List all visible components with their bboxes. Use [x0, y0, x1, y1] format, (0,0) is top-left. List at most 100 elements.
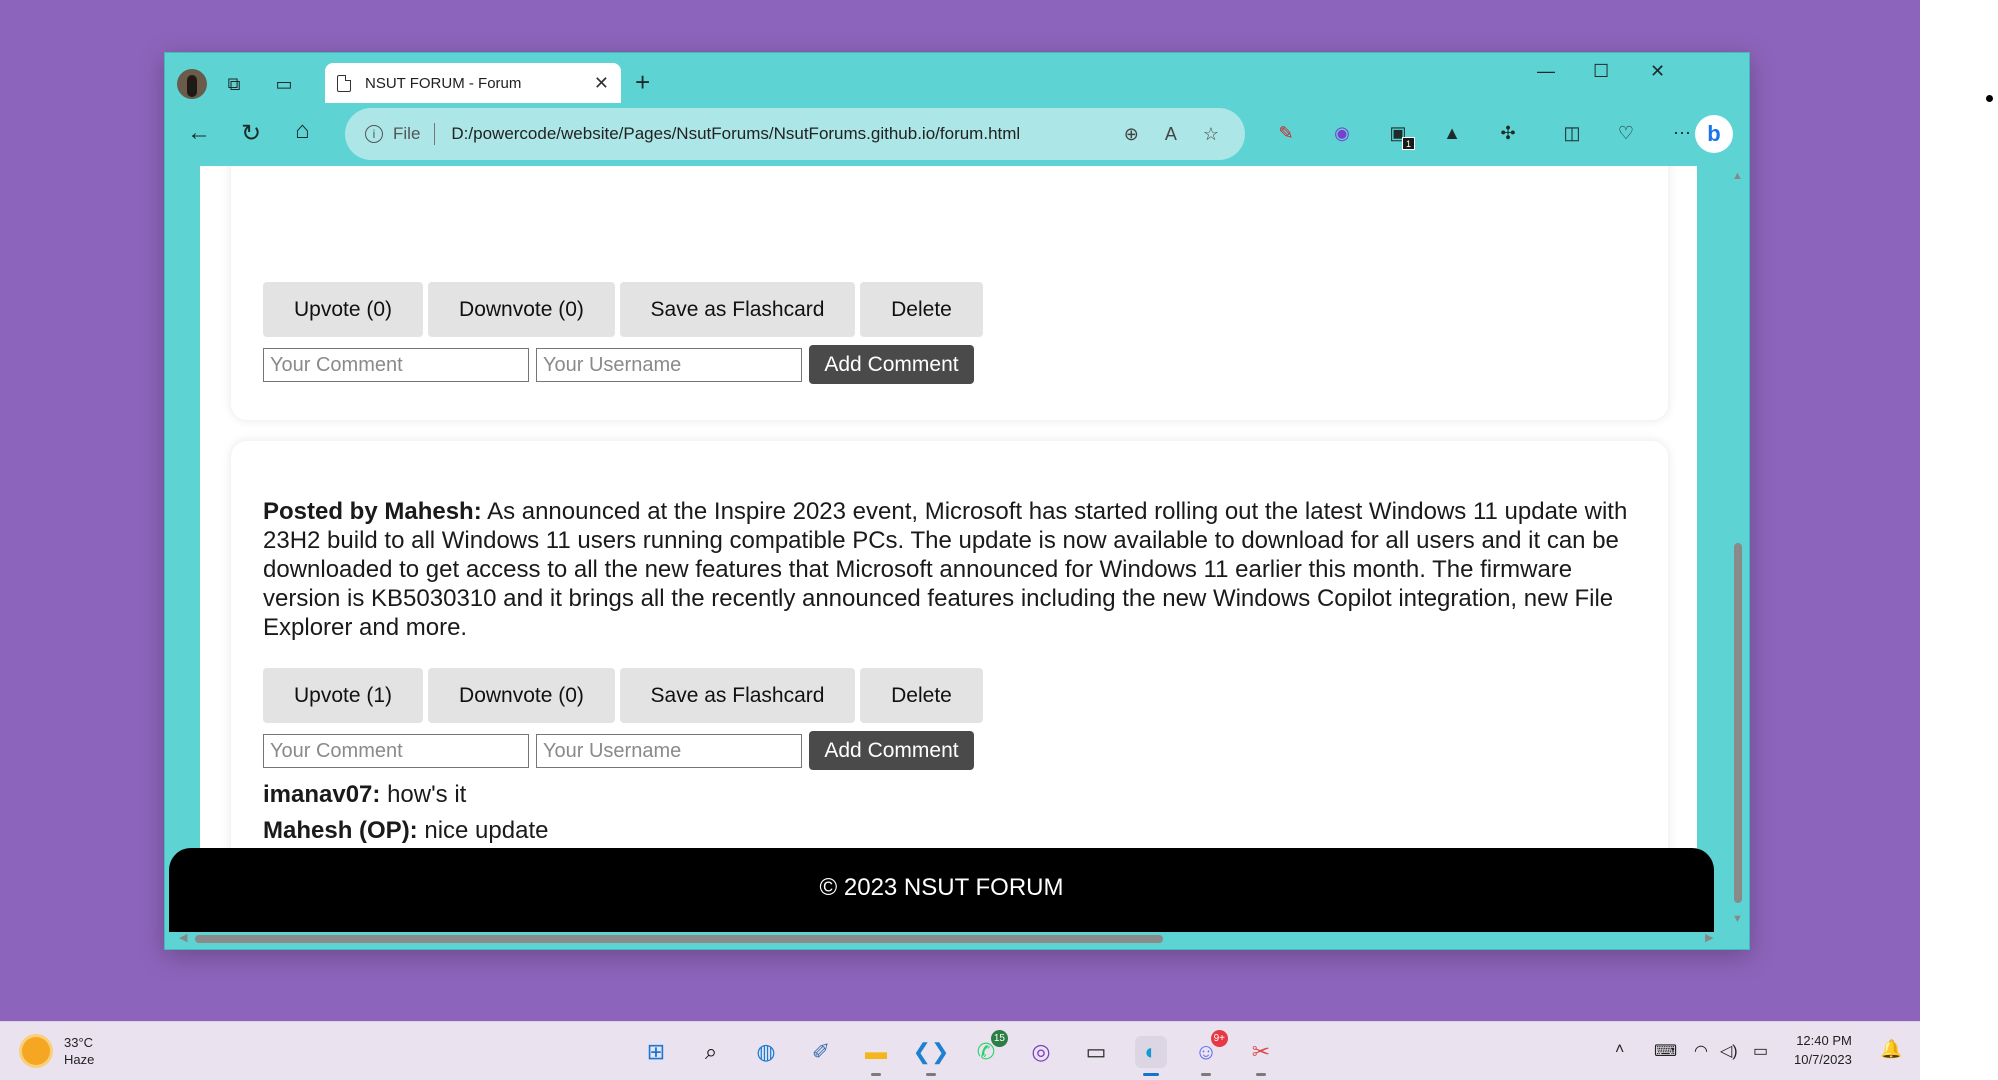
- github-desktop-icon[interactable]: ◎: [1025, 1036, 1057, 1068]
- minimize-button[interactable]: —: [1537, 61, 1555, 82]
- zoom-icon[interactable]: ⊕: [1124, 124, 1139, 145]
- file-explorer-icon[interactable]: ▬: [860, 1036, 892, 1076]
- comment-text: how's it: [380, 781, 467, 808]
- tab-actions-icon[interactable]: ▭: [271, 71, 297, 97]
- refresh-icon[interactable]: ↻: [241, 119, 261, 148]
- vscode-icon[interactable]: ❮❯: [913, 1036, 949, 1076]
- edge-dev-icon[interactable]: ◍: [750, 1036, 782, 1068]
- split-screen-icon[interactable]: ◫: [1559, 120, 1585, 146]
- clock-date: 10/7/2023: [1794, 1052, 1852, 1067]
- bullet-dot: [1986, 95, 1993, 102]
- pen-extension-icon[interactable]: ✎: [1273, 120, 1299, 146]
- taskbar: 33°C Haze ⊞ ⌕ ◍ ✐ ▬ ❮❯ ✆ 15 ◎ ▭ ◐ ☺ 9+ ✂ ˄…: [0, 1021, 1920, 1080]
- scroll-right-icon[interactable]: ▶: [1705, 931, 1713, 944]
- address-bar[interactable]: i File D:/powercode/website/Pages/NsutFo…: [345, 108, 1245, 160]
- horizontal-scrollbar[interactable]: ◀ ▶: [169, 932, 1729, 946]
- weather-desc: Haze: [64, 1052, 95, 1067]
- maximize-button[interactable]: ☐: [1593, 61, 1609, 82]
- battery-icon[interactable]: ▭: [1753, 1041, 1768, 1061]
- downvote-button[interactable]: Downvote (0): [428, 282, 615, 337]
- address-url[interactable]: D:/powercode/website/Pages/NsutForums/Ns…: [451, 124, 1123, 144]
- favorite-star-icon[interactable]: ☆: [1203, 124, 1219, 145]
- volume-icon[interactable]: ◁): [1720, 1041, 1738, 1061]
- address-divider: [434, 123, 436, 145]
- search-icon[interactable]: ⌕: [695, 1036, 727, 1068]
- close-tab-icon[interactable]: ✕: [594, 73, 609, 94]
- running-indicator: [871, 1073, 881, 1076]
- delete-button[interactable]: Delete: [860, 282, 983, 337]
- forum-container: Upvote (0) Downvote (0) Save as Flashcar…: [200, 166, 1697, 886]
- show-hidden-icons-chevron-icon[interactable]: ˄: [1615, 1041, 1624, 1059]
- weather-widget[interactable]: 33°C Haze: [22, 1034, 94, 1068]
- add-comment-button[interactable]: Add Comment: [809, 731, 974, 770]
- tab-title: NSUT FORUM - Forum: [365, 74, 522, 92]
- profile-avatar[interactable]: [177, 69, 207, 99]
- username-input[interactable]: [536, 348, 802, 382]
- address-scheme: File: [393, 124, 421, 143]
- delete-button[interactable]: Delete: [860, 668, 983, 723]
- comment-user: Mahesh (OP):: [263, 817, 418, 844]
- back-icon[interactable]: ←: [187, 119, 211, 147]
- clock-time: 12:40 PM: [1796, 1033, 1852, 1048]
- comment-input[interactable]: [263, 348, 529, 382]
- horizontal-scroll-thumb[interactable]: [195, 935, 1163, 943]
- comment-item: Mahesh (OP): nice update: [263, 817, 548, 845]
- extension-a-icon[interactable]: ▲: [1439, 120, 1465, 146]
- weather-temp: 33°C: [64, 1035, 94, 1050]
- page-footer: © 2023 NSUT FORUM: [169, 848, 1714, 932]
- post-card: Posted by Mahesh: As announced at the In…: [231, 441, 1668, 883]
- vertical-scrollbar[interactable]: ▲ ▼: [1730, 168, 1744, 928]
- close-window-button[interactable]: ✕: [1650, 61, 1665, 82]
- scroll-left-icon[interactable]: ◀: [179, 931, 187, 944]
- wifi-icon[interactable]: ◠: [1694, 1041, 1708, 1061]
- active-indicator: [1143, 1073, 1159, 1076]
- page-icon: [337, 74, 351, 92]
- scroll-up-icon[interactable]: ▲: [1732, 170, 1743, 182]
- extension-badge: 1: [1402, 137, 1415, 150]
- extension-badge-icon[interactable]: ▣ 1: [1385, 120, 1415, 150]
- favorites-icon[interactable]: ♡: [1613, 120, 1639, 146]
- whatsapp-icon[interactable]: ✆ 15: [970, 1030, 1008, 1068]
- running-indicator: [1201, 1073, 1211, 1076]
- browser-window: ⧉ ▭ NSUT FORUM - Forum ✕ + — ☐ ✕ ← ↻ ⌂ i…: [164, 52, 1750, 950]
- upvote-button[interactable]: Upvote (1): [263, 668, 423, 723]
- bing-copilot-button[interactable]: b: [1695, 115, 1733, 153]
- edge-icon[interactable]: ◐: [1135, 1036, 1167, 1076]
- comment-item: imanav07: how's it: [263, 781, 466, 809]
- new-tab-button[interactable]: +: [635, 67, 650, 98]
- comment-text: nice update: [417, 817, 549, 844]
- read-aloud-icon[interactable]: A: [1165, 124, 1177, 145]
- keyboard-icon[interactable]: ⌨: [1654, 1041, 1677, 1061]
- extensions-puzzle-icon[interactable]: ✣: [1495, 120, 1521, 146]
- terminal-icon[interactable]: ▭: [1080, 1036, 1112, 1068]
- workspaces-icon[interactable]: ⧉: [221, 71, 247, 97]
- scroll-down-icon[interactable]: ▼: [1732, 913, 1743, 925]
- discord-icon[interactable]: ☺ 9+: [1190, 1030, 1228, 1076]
- add-comment-button[interactable]: Add Comment: [809, 345, 974, 384]
- start-windows-icon[interactable]: ⊞: [640, 1036, 672, 1068]
- save-flashcard-button[interactable]: Save as Flashcard: [620, 668, 855, 723]
- home-icon[interactable]: ⌂: [295, 117, 310, 145]
- vertical-scroll-thumb[interactable]: [1734, 543, 1742, 903]
- save-flashcard-button[interactable]: Save as Flashcard: [620, 282, 855, 337]
- post-card: Upvote (0) Downvote (0) Save as Flashcar…: [231, 166, 1668, 420]
- post-body: Posted by Mahesh: As announced at the In…: [263, 497, 1643, 642]
- haze-sun-icon: [22, 1037, 50, 1065]
- comment-user: imanav07:: [263, 781, 381, 808]
- username-input[interactable]: [536, 734, 802, 768]
- upvote-button[interactable]: Upvote (0): [263, 282, 423, 337]
- tab-forum[interactable]: NSUT FORUM - Forum ✕: [325, 63, 621, 103]
- page-viewport: Upvote (0) Downvote (0) Save as Flashcar…: [169, 166, 1729, 932]
- more-menu-icon[interactable]: ⋯: [1669, 120, 1695, 146]
- paint-icon[interactable]: ✐: [805, 1036, 837, 1068]
- comment-input[interactable]: [263, 734, 529, 768]
- downvote-button[interactable]: Downvote (0): [428, 668, 615, 723]
- notification-bell-icon[interactable]: 🔔: [1880, 1039, 1902, 1060]
- post-author: Posted by Mahesh:: [263, 498, 482, 525]
- snipping-tool-icon[interactable]: ✂: [1245, 1036, 1277, 1076]
- running-indicator: [926, 1073, 936, 1076]
- extension-u-icon[interactable]: ◉: [1329, 120, 1355, 146]
- info-icon[interactable]: i: [365, 125, 383, 143]
- running-indicator: [1256, 1073, 1266, 1076]
- system-clock[interactable]: 12:40 PM 10/7/2023: [1794, 1031, 1852, 1069]
